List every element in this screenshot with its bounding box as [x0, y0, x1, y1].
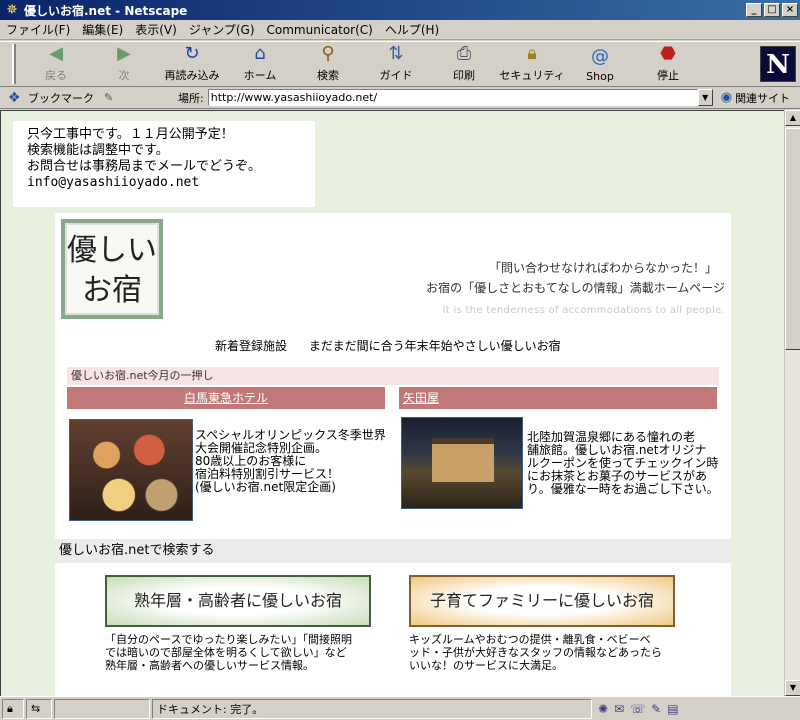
- family-search-button[interactable]: 子育てファミリーに優しいお宿: [409, 575, 675, 627]
- forward-arrow-icon: ▶: [117, 43, 131, 64]
- navigator-icon[interactable]: ✺: [598, 702, 608, 716]
- page-viewport: 只今工事中です。１１月公開予定！ 検索機能は調整中です。 お問合せは事務局までメ…: [0, 110, 784, 696]
- tagline-quote: 「問い合わせなければわからなかった！」: [488, 261, 717, 275]
- stop-icon: ⬣: [660, 43, 676, 64]
- site-logo[interactable]: 優しい お宿: [61, 219, 163, 319]
- tagline-english: It is the tenderness of accommodations t…: [442, 305, 725, 316]
- window-title: 優しいお宿.net - Netscape: [24, 3, 188, 18]
- netscape-star-icon: ✵: [6, 2, 18, 18]
- search-section-heading: 優しいお宿.netで検索する: [55, 539, 731, 563]
- related-sites-button[interactable]: ◉ 関連サイト: [721, 90, 790, 106]
- family-description: キッズルームやおむつの提供・離乳食・ベビーベ ッド・子供が大好きなスタッフの情報…: [409, 633, 662, 672]
- address-book-icon[interactable]: ▤: [667, 702, 678, 716]
- search-icon: ⚲: [321, 43, 335, 64]
- location-label: 場所:: [178, 91, 204, 105]
- hakuba-description: スペシャルオリンピックス冬季世界 大会開催記念特別企画。 80歳以上のお客様に …: [195, 428, 386, 494]
- guide-button[interactable]: ⇅ ガイド: [362, 42, 430, 86]
- contact-email[interactable]: info@yasashiioyado.net: [27, 175, 301, 191]
- progress-bar: [54, 698, 150, 719]
- tagline-description: お宿の「優しさとおもてなしの情報」満載ホームページ: [426, 281, 725, 295]
- senior-search-button[interactable]: 熟年層・高齢者に優しいお宿: [105, 575, 371, 627]
- bookmark-button[interactable]: ❖ ブックマーク ✎: [8, 90, 168, 106]
- vertical-scrollbar[interactable]: ▲ ▼: [784, 110, 800, 696]
- url-input[interactable]: http://www.yasashiioyado.net/: [207, 89, 698, 106]
- menu-bar: ファイル(F) 編集(E) 表示(V) ジャンプ(G) Communicator…: [0, 20, 800, 40]
- maximize-button[interactable]: □: [764, 3, 780, 17]
- url-dropdown-button[interactable]: ▼: [697, 89, 713, 106]
- menu-communicator[interactable]: Communicator(C): [267, 23, 373, 37]
- print-button[interactable]: ⎙ 印刷: [430, 42, 498, 86]
- forward-button[interactable]: ▶ 次: [90, 42, 158, 86]
- discussion-icon[interactable]: ☏: [630, 702, 645, 716]
- menu-edit[interactable]: 編集(E): [82, 21, 123, 38]
- location-bar: ❖ ブックマーク ✎ 場所: http://www.yasashiioyado.…: [0, 87, 800, 109]
- new-links: 新着登録施設 まだまだ間に合う年末年始やさしい優しいお宿: [215, 337, 579, 354]
- bookmark-icon: ❖: [8, 89, 21, 106]
- status-text: ドキュメント: 完了。: [152, 698, 592, 719]
- related-sites-icon: ◉: [720, 90, 733, 105]
- home-button[interactable]: ⌂ ホーム: [226, 42, 294, 86]
- lock-icon: 🔒︎: [527, 43, 537, 64]
- menu-help[interactable]: ヘルプ(H): [385, 21, 439, 38]
- back-arrow-icon: ◀: [49, 43, 63, 64]
- close-button[interactable]: ×: [782, 3, 798, 17]
- scroll-down-button[interactable]: ▼: [785, 680, 800, 696]
- connection-icon: ⇆: [26, 698, 52, 719]
- yadaya-inn-photo[interactable]: [401, 417, 523, 509]
- netscape-logo[interactable]: N: [760, 46, 796, 82]
- back-button[interactable]: ◀ 戻る: [22, 42, 90, 86]
- scroll-thumb[interactable]: [785, 128, 800, 350]
- hotel-link-hakuba[interactable]: 白馬東急ホテル: [67, 387, 385, 409]
- year-end-link[interactable]: まだまだ間に合う年末年始やさしい優しいお宿: [309, 339, 561, 353]
- guide-icon: ⇅: [388, 43, 404, 64]
- minimize-button[interactable]: _: [746, 3, 762, 17]
- menu-go[interactable]: ジャンプ(G): [189, 21, 255, 38]
- search-button[interactable]: ⚲ 検索: [294, 42, 362, 86]
- reload-button[interactable]: ↻ 再読み込み: [158, 42, 226, 86]
- reload-icon: ↻: [184, 43, 200, 64]
- main-content: 優しい お宿 「問い合わせなければわからなかった！」 お宿の「優しさとおもてなし…: [55, 213, 731, 696]
- print-icon: ⎙: [456, 43, 472, 64]
- toolbar-grip[interactable]: [12, 44, 16, 84]
- hotel-link-yadaya[interactable]: 矢田屋: [399, 387, 717, 409]
- scroll-up-button[interactable]: ▲: [785, 110, 800, 126]
- security-status-icon[interactable]: 🔒︎: [2, 698, 24, 719]
- stop-button[interactable]: ⬣ 停止: [634, 42, 702, 86]
- menu-view[interactable]: 表示(V): [135, 21, 177, 38]
- monthly-pick-header: 優しいお宿.net今月の一押し: [67, 367, 719, 385]
- home-icon: ⌂: [254, 43, 266, 64]
- menu-file[interactable]: ファイル(F): [6, 21, 70, 38]
- shop-icon: @: [591, 45, 609, 67]
- construction-notice: 只今工事中です。１１月公開予定！ 検索機能は調整中です。 お問合せは事務局までメ…: [13, 121, 315, 207]
- title-bar: ✵ 優しいお宿.net - Netscape _ □ ×: [0, 0, 800, 20]
- location-site-icon[interactable]: ✎: [104, 91, 113, 104]
- shop-button[interactable]: @ Shop: [566, 42, 634, 86]
- yadaya-description: 北陸加賀温泉郷にある憧れの老 舗旅館。優しいお宿.netオリジナ ルクーポンを使…: [527, 430, 719, 496]
- navigation-toolbar: ◀ 戻る ▶ 次 ↻ 再読み込み ⌂ ホーム ⚲ 検索 ⇅ ガイド ⎙ 印刷 🔒…: [0, 41, 800, 87]
- hakuba-food-photo[interactable]: [69, 419, 193, 521]
- component-bar: ✺ ✉ ☏ ✎ ▤: [598, 702, 679, 716]
- security-button[interactable]: 🔒︎ セキュリティ: [498, 42, 566, 86]
- status-bar: 🔒︎ ⇆ ドキュメント: 完了。 ✺ ✉ ☏ ✎ ▤: [0, 696, 800, 720]
- mail-icon[interactable]: ✉: [614, 702, 624, 716]
- composer-icon[interactable]: ✎: [651, 702, 661, 716]
- senior-description: 「自分のペースでゆったり楽しみたい」「間接照明 では暗いので部屋全体を明るくして…: [105, 633, 352, 672]
- new-facilities-link[interactable]: 新着登録施設: [215, 339, 287, 353]
